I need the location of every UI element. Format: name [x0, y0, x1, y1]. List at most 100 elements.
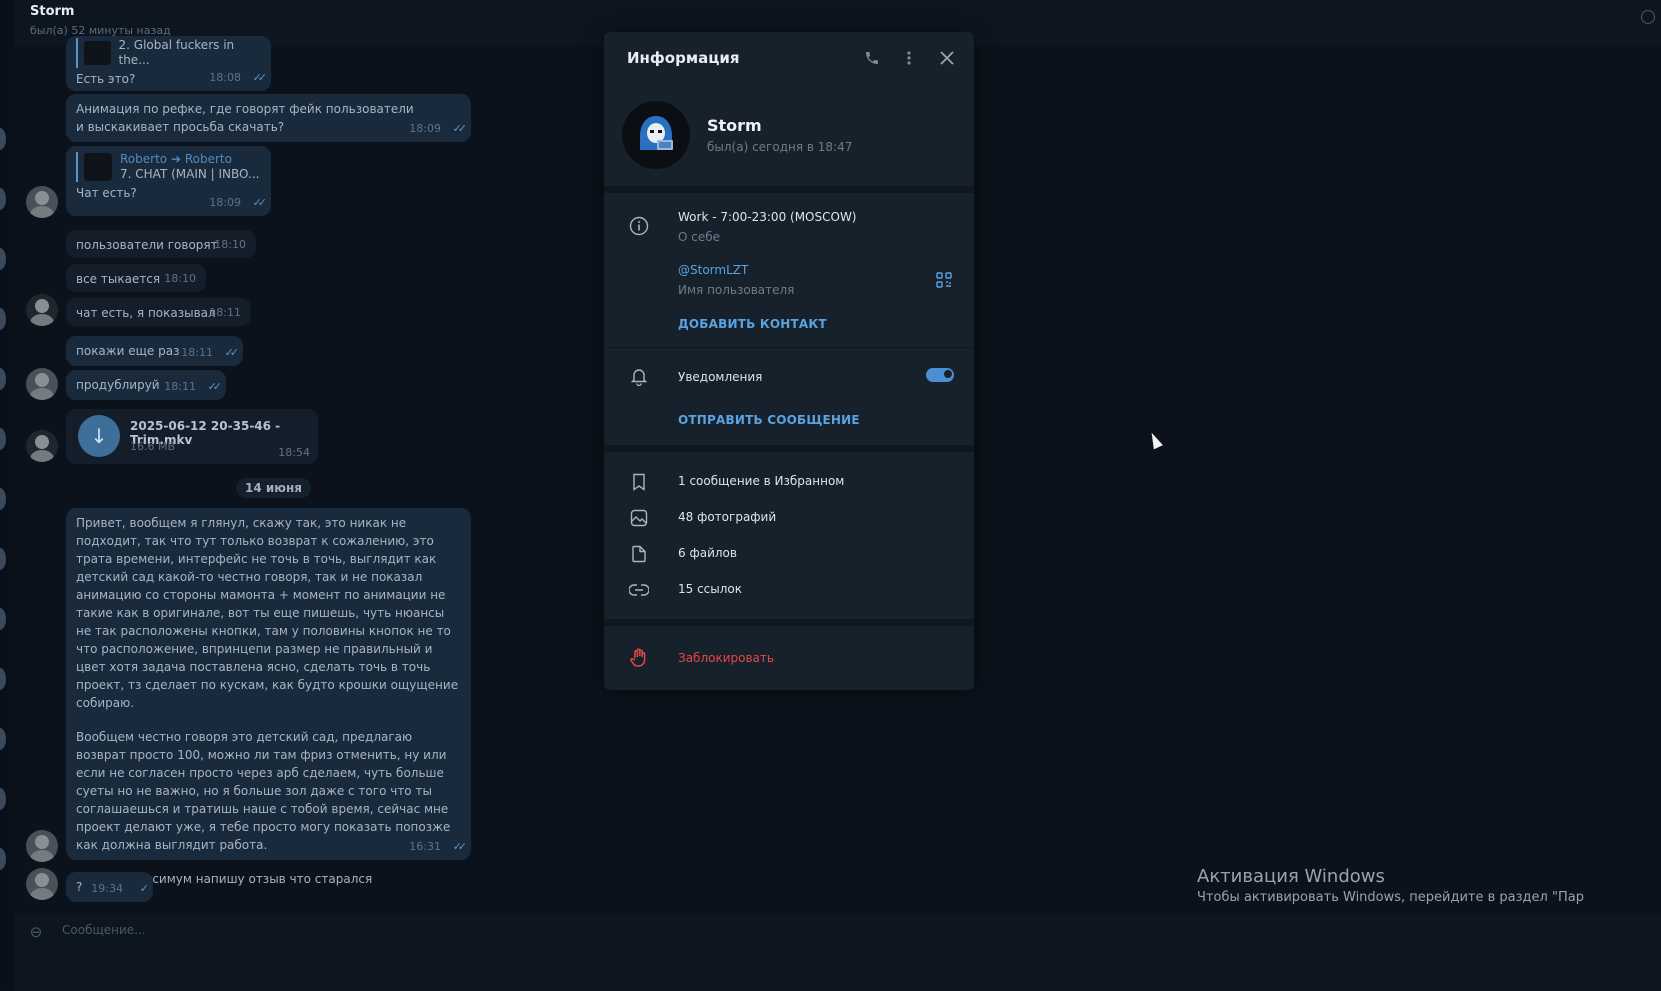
reply-text: 7. CHAT (MAIN | INBO...: [120, 167, 260, 181]
message-text: Привет, вообщем я глянул, скажу так, это…: [76, 516, 459, 710]
send-message-button[interactable]: ОТПРАВИТЬ СООБЩЕНИЕ: [678, 413, 860, 427]
file-size: 16.6 MB: [130, 440, 176, 453]
chat-list-avatar[interactable]: [0, 548, 6, 570]
hand-stop-icon: [628, 647, 650, 669]
links-count[interactable]: 15 ссылок: [678, 582, 742, 596]
message-text: покажи еще раз: [76, 344, 180, 358]
photos-count[interactable]: 48 фотографий: [678, 510, 776, 524]
read-check-icon: ✓✓: [452, 122, 468, 135]
chat-list-avatar[interactable]: [0, 188, 6, 210]
chat-list-avatar[interactable]: [0, 848, 6, 870]
search-icon[interactable]: [1641, 10, 1655, 24]
chat-list-avatar[interactable]: [0, 368, 6, 390]
read-check-icon: ✓✓: [252, 196, 268, 209]
message-time: 18:11: [209, 306, 241, 319]
message-time: 18:09: [409, 122, 441, 135]
paperclip-icon[interactable]: ⊘: [25, 921, 47, 943]
saved-messages-count[interactable]: 1 сообщение в Избранном: [678, 474, 844, 488]
message-input[interactable]: Сообщение...: [62, 923, 146, 937]
profile-status: был(а) сегодня в 18:47: [707, 140, 853, 154]
hooded-figure-icon: [640, 116, 673, 150]
windows-activation-title: Активация Windows: [1197, 866, 1385, 887]
chat-title[interactable]: Storm: [30, 4, 74, 19]
avatar[interactable]: [26, 368, 58, 400]
photo-icon: [628, 507, 650, 529]
thin-divider: [604, 347, 974, 348]
section-divider: [604, 186, 974, 193]
reply-author: Roberto: [120, 152, 168, 166]
chat-list-avatar[interactable]: [0, 608, 6, 630]
avatar[interactable]: [26, 868, 58, 900]
link-icon: [628, 579, 650, 601]
profile-name: Storm: [707, 116, 762, 135]
chat-list-avatar[interactable]: [0, 788, 6, 810]
message-text: чат есть, я показывал: [76, 306, 216, 320]
avatar[interactable]: [26, 830, 58, 862]
message-text: все тыкается: [76, 272, 161, 286]
message-time: 18:10: [164, 272, 196, 285]
message-bubble[interactable]: все тыкается 18:10: [66, 264, 206, 292]
windows-activation-subtitle: Чтобы активировать Windows, перейдите в …: [1197, 890, 1584, 905]
sent-check-icon: ✓: [139, 882, 149, 895]
more-vertical-icon[interactable]: [898, 47, 920, 69]
files-count[interactable]: 6 файлов: [678, 546, 737, 560]
avatar[interactable]: [26, 186, 58, 218]
mouse-cursor-icon: [1147, 430, 1163, 450]
message-bubble[interactable]: ? 19:34 ✓: [66, 872, 153, 902]
message-bubble[interactable]: Roberto ➔ Roberto 7. CHAT (MAIN | INBO..…: [66, 146, 271, 216]
reply-thumbnail: [84, 41, 111, 65]
bookmark-icon: [628, 471, 650, 493]
reply-preview[interactable]: 2. Global fuckers in the...: [76, 38, 261, 68]
phone-icon[interactable]: [861, 47, 883, 69]
read-check-icon: ✓✓: [207, 380, 223, 393]
bio-label: О себе: [678, 230, 721, 244]
close-icon[interactable]: [936, 47, 958, 69]
message-time: 18:08: [209, 71, 241, 84]
message-bubble[interactable]: чат есть, я показывал 18:11: [66, 298, 251, 326]
message-time: 18:10: [214, 238, 246, 251]
chat-list-avatar[interactable]: [0, 668, 6, 690]
message-time: 19:34: [91, 882, 123, 895]
chat-list-avatar[interactable]: [0, 488, 6, 510]
bio-text: Work - 7:00-23:00 (MOSCOW): [678, 210, 857, 224]
message-bubble[interactable]: Анимация по рефке, где говорят фейк поль…: [66, 94, 471, 142]
message-text: Вообщем честно говоря это детский сад, п…: [76, 730, 451, 852]
reply-preview[interactable]: Roberto ➔ Roberto 7. CHAT (MAIN | INBO..…: [76, 152, 261, 182]
section-divider: [604, 619, 974, 626]
bell-icon: [628, 365, 650, 387]
section-divider: [604, 445, 974, 452]
message-bubble[interactable]: Привет, вообщем я глянул, скажу так, это…: [66, 508, 471, 886]
reply-target: Roberto: [184, 152, 232, 166]
username-link[interactable]: @StormLZT: [678, 263, 748, 277]
file-message[interactable]: ↓ 2025-06-12 20-35-46 - Trim.mkv 16.6 MB…: [66, 409, 318, 464]
block-user-button[interactable]: Заблокировать: [678, 651, 774, 665]
message-bubble[interactable]: 2. Global fuckers in the... Есть это? 18…: [66, 36, 271, 91]
profile-avatar[interactable]: [622, 101, 690, 169]
chat-list-avatar[interactable]: [0, 128, 6, 150]
add-contact-button[interactable]: ДОБАВИТЬ КОНТАКТ: [678, 317, 827, 331]
notifications-toggle[interactable]: [926, 368, 954, 382]
notifications-label: Уведомления: [678, 370, 763, 384]
message-bubble[interactable]: продублируй 18:11 ✓✓: [66, 370, 226, 400]
message-time: 18:54: [278, 446, 310, 459]
chat-list-avatar[interactable]: [0, 308, 6, 330]
read-check-icon: ✓✓: [252, 71, 268, 84]
user-info-panel: Информация Storm был(а) сегодня в 18:47 …: [604, 32, 974, 690]
message-bubble[interactable]: покажи еще раз 18:11 ✓✓: [66, 336, 243, 366]
message-composer[interactable]: ⊘ Сообщение...: [14, 912, 1661, 991]
panel-title: Информация: [627, 49, 740, 67]
message-time: 18:11: [181, 346, 213, 359]
chat-list-avatar[interactable]: [0, 248, 6, 270]
info-icon: [628, 215, 650, 237]
avatar[interactable]: [26, 430, 58, 462]
message-bubble[interactable]: пользователи говорят 18:10: [66, 230, 256, 258]
read-check-icon: ✓✓: [452, 840, 468, 853]
reply-text: 2. Global fuckers in the...: [118, 38, 235, 67]
chat-list-avatar[interactable]: [0, 428, 6, 450]
message-time: 18:09: [209, 196, 241, 209]
chat-list-avatar[interactable]: [0, 728, 6, 750]
avatar[interactable]: [26, 294, 58, 326]
qr-code-icon[interactable]: [933, 269, 955, 291]
download-icon[interactable]: ↓: [78, 415, 120, 457]
message-time: 16:31: [409, 840, 441, 853]
